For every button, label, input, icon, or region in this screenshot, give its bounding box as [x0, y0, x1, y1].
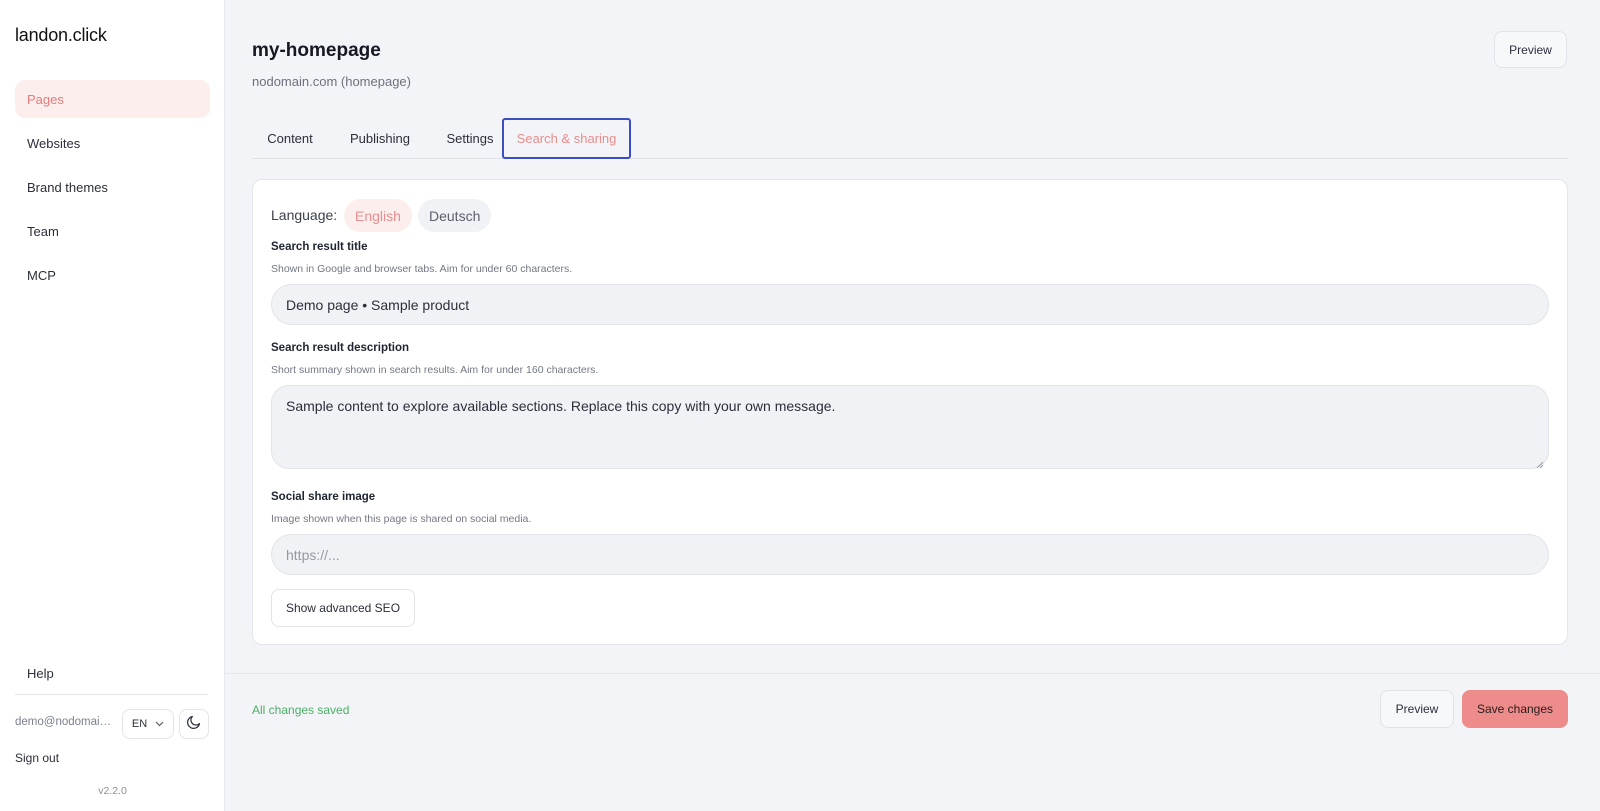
- user-email: demo@nodomain.com: [15, 716, 115, 728]
- sidebar-item-label: Team: [27, 223, 59, 239]
- search-title-label: Search result title: [271, 241, 368, 253]
- help-link[interactable]: Help: [27, 666, 54, 681]
- search-description-textarea[interactable]: Sample content to explore available sect…: [271, 385, 1549, 469]
- preview-button[interactable]: Preview: [1494, 31, 1567, 68]
- tab-content[interactable]: Content: [252, 118, 328, 159]
- save-bar: All changes saved Preview Save changes: [225, 673, 1600, 811]
- social-image-placeholder: https://...: [286, 546, 340, 563]
- save-changes-button[interactable]: Save changes: [1462, 690, 1568, 728]
- tab-search-sharing[interactable]: Search & sharing: [502, 118, 631, 159]
- sidebar-item-brand-themes[interactable]: Brand themes: [15, 168, 210, 206]
- social-image-label: Social share image: [271, 491, 376, 503]
- social-image-input[interactable]: https://...: [271, 534, 1549, 575]
- sidebar: landon.click Pages Websites Brand themes…: [0, 0, 225, 811]
- language-select[interactable]: EN: [122, 709, 174, 739]
- sidebar-item-label: Websites: [27, 135, 81, 151]
- language-select-value: EN: [131, 718, 148, 730]
- save-status: All changes saved: [252, 703, 350, 717]
- sidebar-item-label: Pages: [27, 91, 64, 107]
- search-description-label: Search result description: [271, 342, 410, 354]
- sidebar-item-websites[interactable]: Websites: [15, 124, 210, 162]
- chevron-down-icon: [155, 718, 164, 730]
- sidebar-divider: [15, 694, 208, 695]
- social-image-help: Image shown when this page is shared on …: [271, 513, 532, 525]
- resize-handle-icon[interactable]: [1536, 456, 1544, 469]
- search-description-help: Short summary shown in search results. A…: [271, 364, 599, 376]
- sidebar-item-label: Brand themes: [27, 179, 108, 195]
- page-title: my-homepage: [252, 40, 381, 61]
- show-advanced-seo-button[interactable]: Show advanced SEO: [271, 589, 415, 627]
- theme-toggle-button[interactable]: [179, 709, 209, 739]
- language-label: Language:: [271, 207, 338, 223]
- sidebar-item-pages[interactable]: Pages: [15, 80, 210, 118]
- sidebar-item-team[interactable]: Team: [15, 212, 210, 250]
- app-version: v2.2.0: [98, 785, 127, 797]
- moon-icon: [186, 714, 202, 735]
- app-logo[interactable]: landon.click: [15, 25, 107, 46]
- sidebar-item-mcp[interactable]: MCP: [15, 256, 210, 294]
- sidebar-item-label: MCP: [27, 267, 56, 283]
- page-subtitle: nodomain.com (homepage): [252, 74, 411, 89]
- search-title-value: Demo page • Sample product: [286, 296, 470, 313]
- search-description-value: Sample content to explore available sect…: [286, 398, 836, 414]
- tab-publishing[interactable]: Publishing: [332, 118, 428, 159]
- search-sharing-card: Language: English Deutsch Search result …: [252, 179, 1568, 645]
- footer-preview-button[interactable]: Preview: [1380, 690, 1454, 728]
- language-pill-english[interactable]: English: [344, 199, 412, 232]
- tab-settings[interactable]: Settings: [432, 118, 508, 159]
- search-title-help: Shown in Google and browser tabs. Aim fo…: [271, 263, 573, 275]
- language-pill-deutsch[interactable]: Deutsch: [418, 199, 492, 232]
- tab-bar: Content Publishing Settings Search & sha…: [252, 118, 1568, 159]
- sidebar-nav: Pages Websites Brand themes Team MCP: [15, 80, 210, 300]
- sign-out-link[interactable]: Sign out: [15, 751, 59, 765]
- search-title-input[interactable]: Demo page • Sample product: [271, 284, 1549, 325]
